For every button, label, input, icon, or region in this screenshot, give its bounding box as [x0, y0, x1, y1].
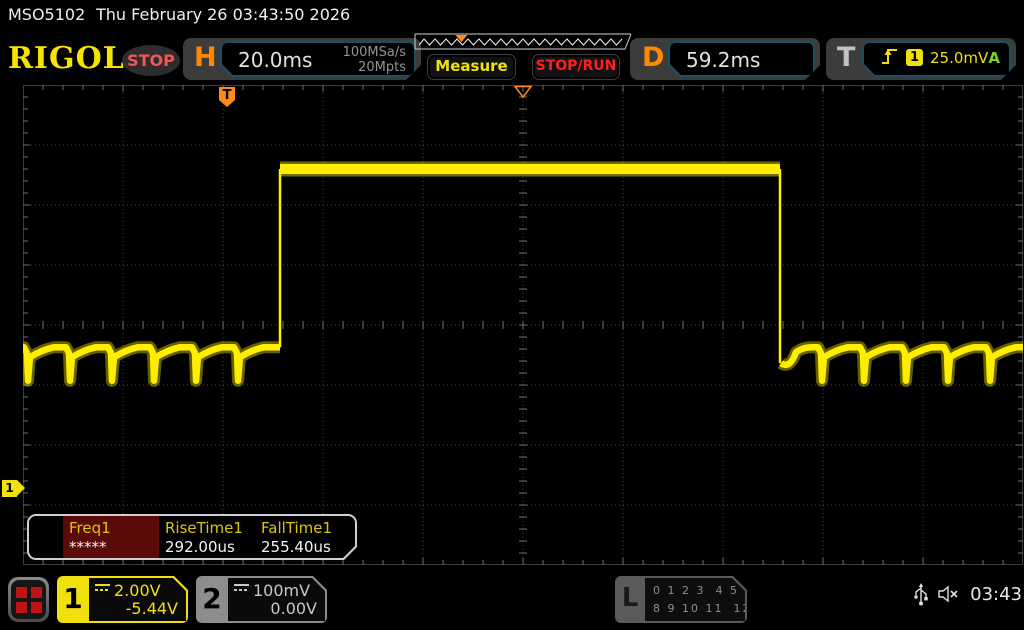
channel1-scale: 2.00V [95, 581, 161, 600]
measurement-freq1[interactable]: Freq1 ***** [63, 516, 159, 558]
trigger-label: T [837, 42, 855, 73]
trigger-edge-icon [880, 46, 900, 68]
timebase-value[interactable]: 20.0ms [238, 48, 312, 72]
channel1-trace [280, 169, 780, 363]
trigger-level[interactable]: 25.0mV [930, 49, 988, 67]
horizontal-label: H [194, 42, 217, 73]
logic-channels-block[interactable]: L 0 1 2 34 5 6 7 8 9 10 1112 13 14 15 [615, 576, 747, 623]
usb-icon [914, 582, 928, 606]
measurement-risetime1[interactable]: RiseTime1 292.00us [159, 516, 255, 558]
menu-grid-icon [11, 580, 46, 619]
waveform-display[interactable]: T [23, 85, 1023, 565]
menu-grid-button[interactable] [8, 577, 49, 622]
channel1-block[interactable]: 1 2.00V -5.44V [57, 576, 188, 623]
measurement-falltime1[interactable]: FallTime1 255.40us [255, 516, 351, 558]
channel2-offset: 0.00V [270, 599, 317, 618]
header-datetime: Thu February 26 03:43:50 2026 [96, 0, 350, 30]
channel1-offset: -5.44V [126, 599, 178, 618]
run-state-badge: STOP [122, 45, 180, 76]
channel2-block[interactable]: 2 100mV 0.00V [196, 576, 327, 623]
channel1-ground-marker[interactable]: 1 [2, 480, 24, 497]
logic-row-8-15: 8 9 10 1112 13 14 15 [653, 602, 832, 615]
speaker-mute-icon[interactable] [937, 584, 961, 604]
delay-label: D [642, 42, 664, 73]
trigger-mode: A [988, 49, 1000, 67]
clock: 03:43 [970, 584, 1022, 605]
grid-ticks [23, 85, 1023, 565]
measure-button[interactable]: Measure [427, 54, 516, 80]
delay-section[interactable]: D 59.2ms [630, 38, 820, 80]
model-name: MSO5102 [8, 0, 85, 30]
measurement-panel[interactable]: Freq1 ***** RiseTime1 292.00us FallTime1… [27, 514, 357, 560]
dc-coupling-icon [234, 584, 249, 594]
toolbar: RIGOL STOP H 20.0ms 100MSa/s 20Mpts Meas… [0, 33, 1024, 81]
header-bar: MSO5102 Thu February 26 03:43:50 2026 [0, 0, 1024, 32]
waveform-preview-strip[interactable] [413, 33, 633, 52]
logic-label: L [615, 576, 645, 623]
horizontal-section[interactable]: H 20.0ms 100MSa/s 20Mpts [183, 38, 421, 80]
delay-value[interactable]: 59.2ms [686, 48, 760, 72]
dc-coupling-icon [95, 584, 110, 594]
channel2-scale: 100mV [234, 581, 310, 600]
channel2-number: 2 [196, 576, 228, 623]
sample-rate: 100MSa/s 20Mpts [343, 45, 406, 75]
trigger-flag-letter: T [223, 88, 232, 103]
channel1-number: 1 [57, 576, 89, 623]
measurement-spacer [29, 516, 63, 558]
preview-zigzag [419, 39, 622, 45]
bottom-bar: 1 2.00V -5.44V 2 100mV 0.00V L 0 1 2 34 … [0, 570, 1024, 630]
rigol-logo: RIGOL [8, 41, 125, 76]
trigger-source-badge[interactable]: 1 [906, 49, 923, 66]
stop-run-button[interactable]: STOP/RUN [532, 54, 620, 80]
trigger-section[interactable]: T 1 25.0mV A [826, 38, 1016, 80]
logic-row-0-7: 0 1 2 34 5 6 7 [653, 584, 778, 597]
